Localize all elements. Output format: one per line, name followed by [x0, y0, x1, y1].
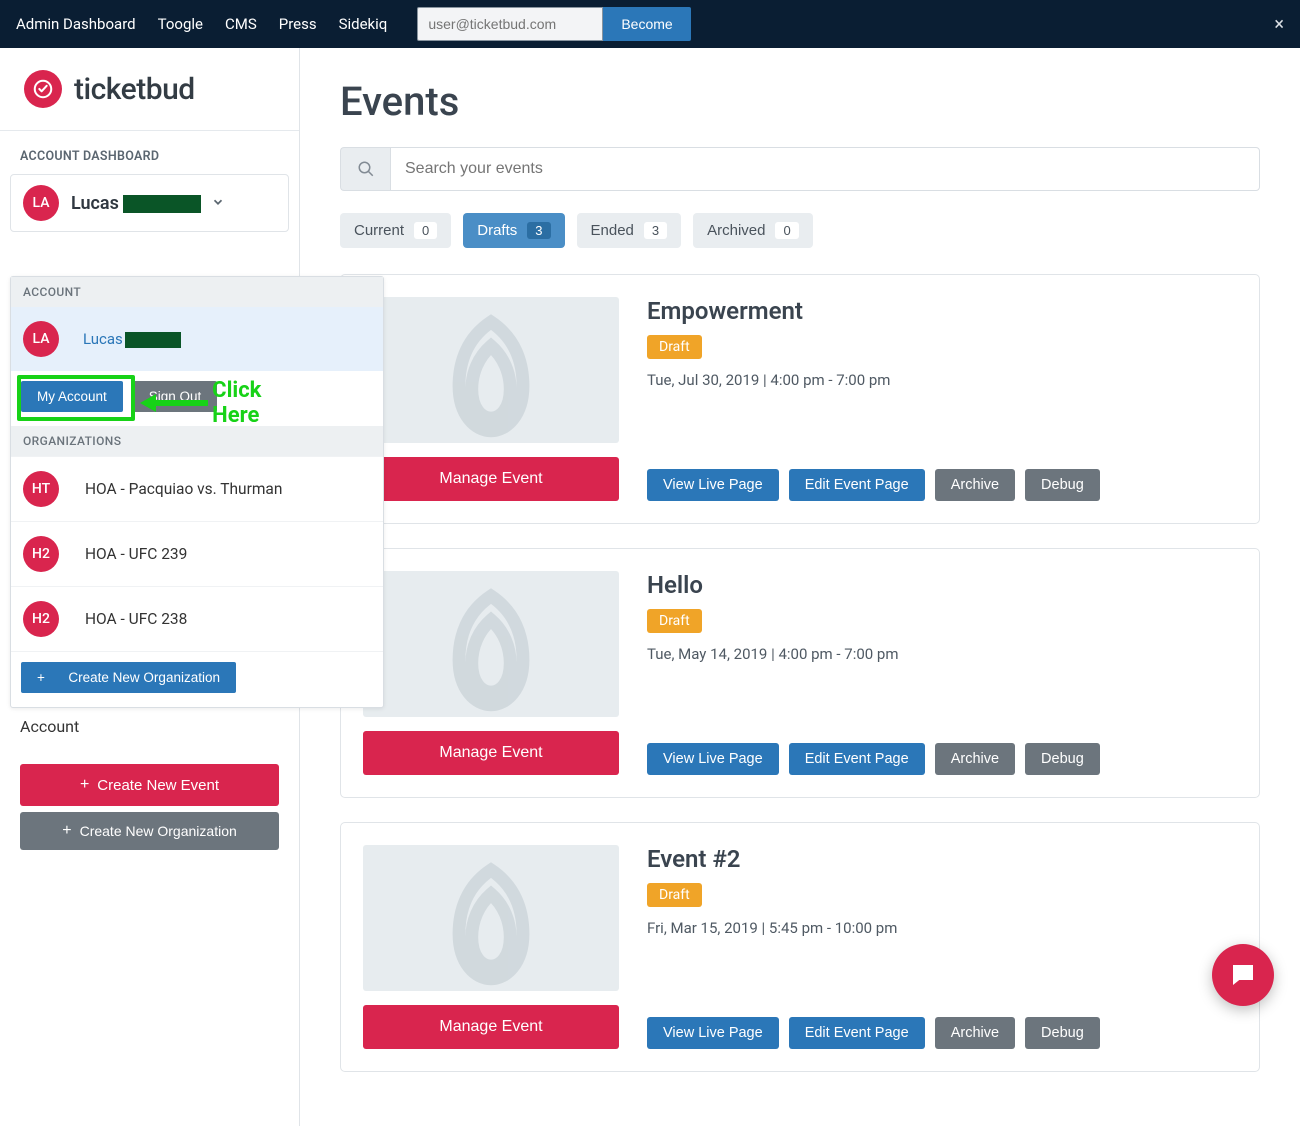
- page-title: Events: [340, 78, 1260, 125]
- event-card: Manage Event Event #2 Draft Fri, Mar 15,…: [340, 822, 1260, 1072]
- debug-button[interactable]: Debug: [1025, 1017, 1100, 1049]
- search-input[interactable]: [390, 147, 1260, 191]
- org-name: HOA - Pacquiao vs. Thurman: [85, 480, 282, 498]
- plus-icon: +: [80, 776, 89, 794]
- event-card: Manage Event Hello Draft Tue, May 14, 20…: [340, 548, 1260, 798]
- status-badge: Draft: [647, 883, 702, 907]
- event-date: Tue, May 14, 2019 | 4:00 pm - 7:00 pm: [647, 645, 1237, 663]
- event-thumbnail: [363, 571, 619, 717]
- create-org-button[interactable]: + Create New Organization: [21, 662, 236, 693]
- brand-name: ticketbud: [74, 72, 195, 107]
- plus-icon: +: [62, 822, 71, 840]
- edit-event-button[interactable]: Edit Event Page: [789, 743, 925, 775]
- sidebar-item-account[interactable]: Account: [20, 705, 279, 748]
- org-item[interactable]: H2 HOA - UFC 238: [11, 586, 383, 651]
- filter-drafts[interactable]: Drafts3: [463, 213, 564, 248]
- dropdown-account-header: ACCOUNT: [11, 277, 383, 307]
- org-avatar: HT: [23, 471, 59, 507]
- manage-event-button[interactable]: Manage Event: [363, 1005, 619, 1049]
- org-name: HOA - UFC 239: [85, 545, 187, 563]
- view-live-button[interactable]: View Live Page: [647, 1017, 779, 1049]
- brand-logo-icon: [24, 70, 62, 108]
- chevron-down-icon: [211, 194, 225, 213]
- filter-archived[interactable]: Archived0: [693, 213, 813, 248]
- status-badge: Draft: [647, 609, 702, 633]
- admin-link-dashboard[interactable]: Admin Dashboard: [16, 15, 136, 33]
- user-name: Lucas: [83, 330, 181, 348]
- event-title[interactable]: Event #2: [647, 845, 1237, 873]
- archive-button[interactable]: Archive: [935, 1017, 1015, 1049]
- filter-ended[interactable]: Ended3: [577, 213, 682, 248]
- main-content: Events Current0 Drafts3 Ended3 Archived0: [300, 48, 1300, 1126]
- org-name: HOA - UFC 238: [85, 610, 187, 628]
- view-live-button[interactable]: View Live Page: [647, 743, 779, 775]
- search-icon: [340, 147, 390, 191]
- event-title[interactable]: Empowerment: [647, 297, 1237, 325]
- manage-event-button[interactable]: Manage Event: [363, 731, 619, 775]
- redacted-text: [125, 332, 181, 348]
- account-dropdown: ACCOUNT LA Lucas My Account Sign Out ORG…: [10, 276, 384, 708]
- user-name: Lucas: [71, 193, 201, 214]
- become-button[interactable]: Become: [603, 7, 690, 41]
- debug-button[interactable]: Debug: [1025, 743, 1100, 775]
- debug-button[interactable]: Debug: [1025, 469, 1100, 501]
- org-item[interactable]: H2 HOA - UFC 239: [11, 521, 383, 586]
- chat-icon: [1228, 960, 1258, 990]
- search-bar: [340, 147, 1260, 191]
- org-avatar: H2: [23, 601, 59, 637]
- create-org-button[interactable]: + Create New Organization: [20, 812, 279, 850]
- close-icon[interactable]: ×: [1274, 14, 1284, 35]
- org-avatar: H2: [23, 536, 59, 572]
- archive-button[interactable]: Archive: [935, 743, 1015, 775]
- admin-link-sidekiq[interactable]: Sidekiq: [339, 15, 388, 33]
- account-switcher[interactable]: LA Lucas: [10, 174, 289, 232]
- chat-widget[interactable]: [1212, 944, 1274, 1006]
- org-item[interactable]: HT HOA - Pacquiao vs. Thurman: [11, 456, 383, 521]
- event-thumbnail: [363, 297, 619, 443]
- edit-event-button[interactable]: Edit Event Page: [789, 469, 925, 501]
- admin-link-press[interactable]: Press: [279, 15, 317, 33]
- admin-bar: Admin Dashboard Toogle CMS Press Sidekiq…: [0, 0, 1300, 48]
- view-live-button[interactable]: View Live Page: [647, 469, 779, 501]
- event-date: Tue, Jul 30, 2019 | 4:00 pm - 7:00 pm: [647, 371, 1237, 389]
- user-avatar: LA: [23, 321, 59, 357]
- edit-event-button[interactable]: Edit Event Page: [789, 1017, 925, 1049]
- sign-out-button[interactable]: Sign Out: [133, 381, 218, 412]
- status-badge: Draft: [647, 335, 702, 359]
- dropdown-orgs-header: ORGANIZATIONS: [11, 426, 383, 456]
- filter-current[interactable]: Current0: [340, 213, 451, 248]
- account-dashboard-label: ACCOUNT DASHBOARD: [0, 131, 299, 174]
- manage-event-button[interactable]: Manage Event: [363, 457, 619, 501]
- my-account-button[interactable]: My Account: [21, 381, 123, 412]
- sidebar: ticketbud ACCOUNT DASHBOARD LA Lucas ACC…: [0, 48, 300, 1126]
- create-event-button[interactable]: + Create New Event: [20, 764, 279, 806]
- event-thumbnail: [363, 845, 619, 991]
- become-user-input[interactable]: [417, 7, 603, 41]
- user-avatar: LA: [23, 185, 59, 221]
- event-date: Fri, Mar 15, 2019 | 5:45 pm - 10:00 pm: [647, 919, 1237, 937]
- filter-tabs: Current0 Drafts3 Ended3 Archived0: [340, 213, 1260, 248]
- event-card: Manage Event Empowerment Draft Tue, Jul …: [340, 274, 1260, 524]
- plus-icon: +: [37, 670, 45, 685]
- admin-link-toogle[interactable]: Toogle: [158, 15, 203, 33]
- event-title[interactable]: Hello: [647, 571, 1237, 599]
- admin-link-cms[interactable]: CMS: [225, 15, 257, 33]
- redacted-text: [123, 195, 201, 213]
- dropdown-current-user[interactable]: LA Lucas: [11, 307, 383, 371]
- archive-button[interactable]: Archive: [935, 469, 1015, 501]
- brand[interactable]: ticketbud: [0, 48, 299, 131]
